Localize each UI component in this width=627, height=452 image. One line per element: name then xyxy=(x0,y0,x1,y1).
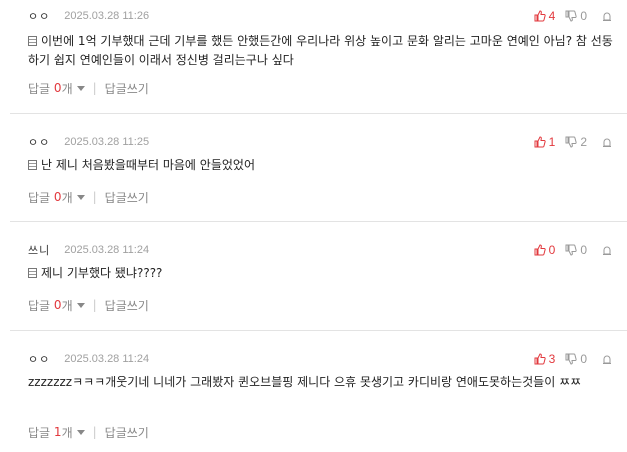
siren-icon xyxy=(603,138,611,147)
reply-label: 답글 xyxy=(28,190,51,205)
write-reply-button[interactable]: 답글쓰기 xyxy=(105,424,149,441)
comment-body: zzzzzzzㅋㅋㅋ개웃기네 니네가 그래봤자 퀸오브블핑 제니다 으휴 못생기… xyxy=(28,373,613,392)
comment-meta: ㅇㅇ 2025.03.28 11:26 xyxy=(28,8,149,24)
downvote-button[interactable]: 0 xyxy=(565,243,587,257)
comment-actions: 답글 0개 | 답글쓰기 xyxy=(28,189,149,205)
reply-label: 답글 xyxy=(28,298,51,313)
chevron-down-icon xyxy=(76,85,85,91)
comment-meta: ㅇㅇ 2025.03.28 11:24 xyxy=(28,351,149,367)
separator: | xyxy=(92,190,97,204)
separator: | xyxy=(92,298,97,312)
memo-icon xyxy=(28,36,37,46)
reply-toggle-button[interactable]: 답글 1개 xyxy=(28,424,85,441)
comment-actions: 답글 0개 | 답글쓰기 xyxy=(28,80,149,96)
siren-icon xyxy=(603,12,611,21)
vote-group: 4 0 xyxy=(524,8,613,24)
comment-author[interactable]: ㅇㅇ xyxy=(28,351,50,367)
upvote-count: 3 xyxy=(548,352,556,366)
downvote-button[interactable]: 2 xyxy=(565,135,587,149)
reply-toggle-button[interactable]: 답글 0개 xyxy=(28,297,85,314)
memo-icon xyxy=(28,160,37,170)
reply-label: 답글 xyxy=(28,81,51,96)
chevron-down-icon xyxy=(76,302,85,308)
chevron-down-icon xyxy=(76,194,85,200)
report-button[interactable] xyxy=(601,244,613,256)
count-unit: 개 xyxy=(61,81,73,96)
vote-group: 0 0 xyxy=(524,242,613,258)
thumbs-down-icon xyxy=(565,244,577,256)
reply-count: 0 xyxy=(53,298,62,312)
downvote-count: 2 xyxy=(580,135,587,149)
comment-text: 제니 기부했다 됐냐???? xyxy=(41,266,163,280)
reply-count: 0 xyxy=(53,81,62,95)
comment-author[interactable]: 쓰니 xyxy=(28,242,50,258)
comment-meta: 쓰니 2025.03.28 11:24 xyxy=(28,242,149,258)
comment-author[interactable]: ㅇㅇ xyxy=(28,134,50,150)
siren-icon xyxy=(603,355,611,364)
upvote-count: 1 xyxy=(548,135,556,149)
report-button[interactable] xyxy=(601,353,613,365)
comment-body: 난 제니 처음봤을때부터 마음에 안들었었어 xyxy=(28,156,613,175)
comment-date: 2025.03.28 11:24 xyxy=(64,244,150,256)
downvote-count: 0 xyxy=(580,243,587,257)
upvote-button[interactable]: 1 xyxy=(534,135,556,149)
thumbs-down-icon xyxy=(565,353,577,365)
divider xyxy=(10,330,627,331)
write-reply-button[interactable]: 답글쓰기 xyxy=(105,297,149,314)
thumbs-up-icon xyxy=(534,353,546,365)
upvote-count: 4 xyxy=(548,9,556,23)
upvote-button[interactable]: 3 xyxy=(534,352,556,366)
thumbs-up-icon xyxy=(534,244,546,256)
comment-date: 2025.03.28 11:24 xyxy=(64,353,150,365)
thumbs-up-icon xyxy=(534,136,546,148)
comment-actions: 답글 1개 | 답글쓰기 xyxy=(28,424,149,440)
write-reply-button[interactable]: 답글쓰기 xyxy=(105,80,149,97)
upvote-count: 0 xyxy=(548,243,556,257)
count-unit: 개 xyxy=(61,190,73,205)
comment-meta: ㅇㅇ 2025.03.28 11:25 xyxy=(28,134,149,150)
downvote-button[interactable]: 0 xyxy=(565,352,587,366)
chevron-down-icon xyxy=(76,429,85,435)
count-unit: 개 xyxy=(61,298,73,313)
thumbs-down-icon xyxy=(565,10,577,22)
comment-date: 2025.03.28 11:25 xyxy=(64,136,150,148)
reply-toggle-button[interactable]: 답글 0개 xyxy=(28,80,85,97)
report-button[interactable] xyxy=(601,10,613,22)
downvote-button[interactable]: 0 xyxy=(565,9,587,23)
reply-count: 0 xyxy=(53,190,62,204)
count-unit: 개 xyxy=(61,425,73,440)
vote-group: 3 0 xyxy=(524,351,613,367)
reply-toggle-button[interactable]: 답글 0개 xyxy=(28,189,85,206)
comment-text: zzzzzzzㅋㅋㅋ개웃기네 니네가 그래봤자 퀸오브블핑 제니다 으휴 못생기… xyxy=(28,375,582,389)
reply-count: 1 xyxy=(53,425,62,439)
memo-icon xyxy=(28,268,37,278)
downvote-count: 0 xyxy=(580,9,587,23)
siren-icon xyxy=(603,246,611,255)
divider xyxy=(10,113,627,114)
separator: | xyxy=(92,81,97,95)
upvote-button[interactable]: 0 xyxy=(534,243,556,257)
comment-text: 이번에 1억 기부했대 근데 기부를 했든 안했든간에 우리나라 위상 높이고 … xyxy=(28,34,613,67)
report-button[interactable] xyxy=(601,136,613,148)
upvote-button[interactable]: 4 xyxy=(534,9,556,23)
comment-date: 2025.03.28 11:26 xyxy=(64,10,150,22)
comment-body: 이번에 1억 기부했대 근데 기부를 했든 안했든간에 우리나라 위상 높이고 … xyxy=(28,32,613,70)
divider xyxy=(10,221,627,222)
comment-actions: 답글 0개 | 답글쓰기 xyxy=(28,297,149,313)
write-reply-button[interactable]: 답글쓰기 xyxy=(105,189,149,206)
vote-group: 1 2 xyxy=(524,134,613,150)
reply-label: 답글 xyxy=(28,425,51,440)
comment-body: 제니 기부했다 됐냐???? xyxy=(28,264,613,283)
downvote-count: 0 xyxy=(580,352,587,366)
thumbs-up-icon xyxy=(534,10,546,22)
comment-text: 난 제니 처음봤을때부터 마음에 안들었었어 xyxy=(41,158,255,172)
thumbs-down-icon xyxy=(565,136,577,148)
separator: | xyxy=(92,425,97,439)
comment-author[interactable]: ㅇㅇ xyxy=(28,8,50,24)
